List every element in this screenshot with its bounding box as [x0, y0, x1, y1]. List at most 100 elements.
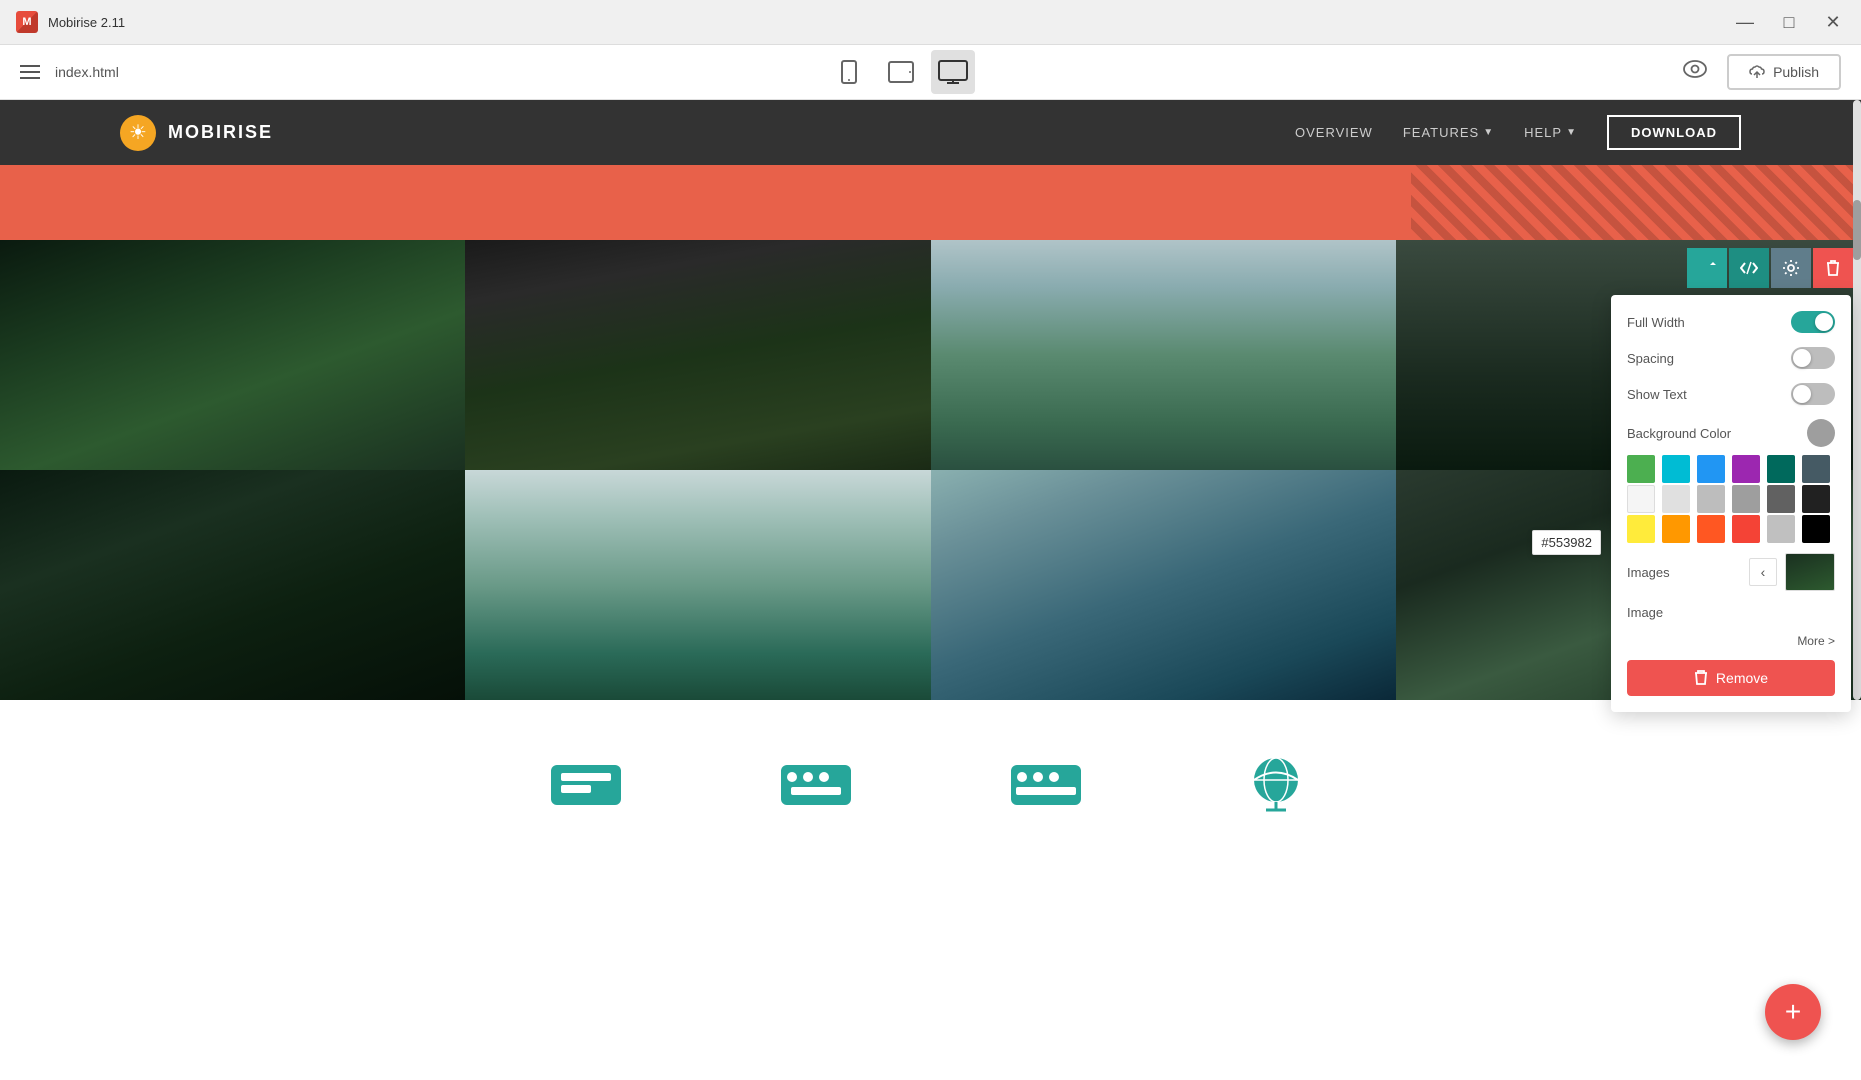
- app-toolbar: index.html: [0, 45, 1861, 100]
- dropdown-arrow-icon: ▼: [1566, 127, 1577, 138]
- image-label: Image: [1627, 605, 1663, 620]
- eye-icon: [1683, 60, 1707, 78]
- toolbar-right: Publish: [1683, 54, 1841, 90]
- color-swatch[interactable]: [1802, 485, 1830, 513]
- toggle-knob: [1793, 385, 1811, 403]
- color-swatch[interactable]: [1732, 485, 1760, 513]
- full-width-toggle[interactable]: [1791, 311, 1835, 333]
- dropdown-arrow-icon: ▼: [1483, 127, 1494, 138]
- color-swatch[interactable]: [1697, 485, 1725, 513]
- close-button[interactable]: ✕: [1821, 10, 1845, 34]
- images-row: Images ‹: [1627, 553, 1835, 591]
- add-block-button[interactable]: +: [1765, 984, 1821, 1040]
- window-controls: — □ ✕: [1733, 10, 1845, 34]
- gallery-item[interactable]: [0, 240, 465, 470]
- feature-icon-4: [1236, 755, 1316, 815]
- gallery-item[interactable]: [931, 240, 1396, 470]
- color-swatch[interactable]: [1732, 455, 1760, 483]
- device-switcher: [827, 50, 975, 94]
- delete-block-button[interactable]: [1813, 248, 1853, 288]
- color-swatch[interactable]: [1697, 455, 1725, 483]
- nav-link-overview[interactable]: OVERVIEW: [1295, 125, 1373, 140]
- color-swatch[interactable]: [1767, 485, 1795, 513]
- settings-button[interactable]: [1771, 248, 1811, 288]
- code-icon: [1740, 261, 1758, 275]
- color-swatch[interactable]: [1627, 455, 1655, 483]
- nav-link-help[interactable]: HELP ▼: [1524, 125, 1577, 140]
- desktop-icon: [938, 60, 968, 84]
- nav-logo: ☀: [120, 115, 156, 151]
- more-link[interactable]: More >: [1627, 634, 1835, 648]
- color-swatch[interactable]: [1627, 485, 1655, 513]
- hamburger-line: [20, 65, 40, 67]
- gallery-section: Full Width Spacing Show Text Background …: [0, 240, 1861, 700]
- spacing-row: Spacing: [1627, 347, 1835, 369]
- full-width-row: Full Width: [1627, 311, 1835, 333]
- show-text-toggle[interactable]: [1791, 383, 1835, 405]
- color-hex-tooltip: #553982: [1532, 530, 1601, 555]
- nav-link-features[interactable]: FEATURES ▼: [1403, 125, 1494, 140]
- settings-panel: Full Width Spacing Show Text Background …: [1611, 295, 1851, 712]
- trash-icon: [1694, 670, 1708, 686]
- gear-icon: [1782, 259, 1800, 277]
- mobile-view-button[interactable]: [827, 50, 871, 94]
- gallery-item[interactable]: [931, 470, 1396, 700]
- color-palette: [1627, 455, 1835, 543]
- color-swatch[interactable]: [1697, 515, 1725, 543]
- sort-icon: [1698, 259, 1716, 277]
- feature-icon-2: [776, 755, 856, 815]
- gallery-item[interactable]: [465, 470, 930, 700]
- minimize-button[interactable]: —: [1733, 10, 1757, 34]
- title-bar-left: M Mobirise 2.11: [16, 11, 125, 33]
- tablet-view-button[interactable]: [879, 50, 923, 94]
- nav-download-button[interactable]: DOWNLOAD: [1607, 115, 1741, 150]
- sun-icon: ☀: [129, 120, 147, 145]
- color-swatch[interactable]: [1662, 455, 1690, 483]
- color-swatch[interactable]: [1732, 515, 1760, 543]
- app-title: Mobirise 2.11: [48, 15, 125, 30]
- cloud-upload-icon: [1749, 64, 1765, 80]
- desktop-view-button[interactable]: [931, 50, 975, 94]
- feature-svg-1: [546, 755, 626, 815]
- show-text-row: Show Text: [1627, 383, 1835, 405]
- maximize-button[interactable]: □: [1777, 10, 1801, 34]
- gallery-item[interactable]: [465, 240, 930, 470]
- bg-color-swatch[interactable]: [1807, 419, 1835, 447]
- color-swatch[interactable]: [1802, 515, 1830, 543]
- image-thumbnail: [1785, 553, 1835, 591]
- images-controls: ‹: [1749, 553, 1835, 591]
- bottom-section: [0, 700, 1861, 870]
- bg-color-row: Background Color: [1627, 419, 1835, 447]
- toggle-knob: [1815, 313, 1833, 331]
- scrollbar[interactable]: [1853, 100, 1861, 700]
- website-navbar: ☀ MOBIRISE OVERVIEW FEATURES ▼ HELP ▼ DO…: [0, 100, 1861, 165]
- images-prev-button[interactable]: ‹: [1749, 558, 1777, 586]
- color-swatch[interactable]: [1767, 515, 1795, 543]
- gallery-item[interactable]: [0, 470, 465, 700]
- filename-label: index.html: [55, 64, 119, 80]
- banner-diagonal-pattern: [1411, 165, 1861, 240]
- color-swatch[interactable]: [1662, 485, 1690, 513]
- code-button[interactable]: [1729, 248, 1769, 288]
- image-row: Image: [1627, 605, 1835, 620]
- spacing-label: Spacing: [1627, 351, 1674, 366]
- color-grid: [1627, 455, 1835, 543]
- hamburger-menu-button[interactable]: [20, 65, 40, 79]
- publish-button[interactable]: Publish: [1727, 54, 1841, 90]
- preview-button[interactable]: [1683, 60, 1707, 84]
- feature-icon-3: [1006, 755, 1086, 815]
- remove-button[interactable]: Remove: [1627, 660, 1835, 696]
- color-swatch[interactable]: [1662, 515, 1690, 543]
- sort-button[interactable]: [1687, 248, 1727, 288]
- color-swatch[interactable]: [1767, 455, 1795, 483]
- bg-color-label: Background Color: [1627, 426, 1731, 441]
- spacing-toggle[interactable]: [1791, 347, 1835, 369]
- color-swatch[interactable]: [1627, 515, 1655, 543]
- scrollbar-thumb[interactable]: [1853, 200, 1861, 260]
- feature-svg-4: [1236, 755, 1316, 815]
- color-swatch[interactable]: [1802, 455, 1830, 483]
- show-text-label: Show Text: [1627, 387, 1687, 402]
- publish-label: Publish: [1773, 64, 1819, 80]
- hamburger-line: [20, 77, 40, 79]
- color-hex-value: #553982: [1541, 535, 1592, 550]
